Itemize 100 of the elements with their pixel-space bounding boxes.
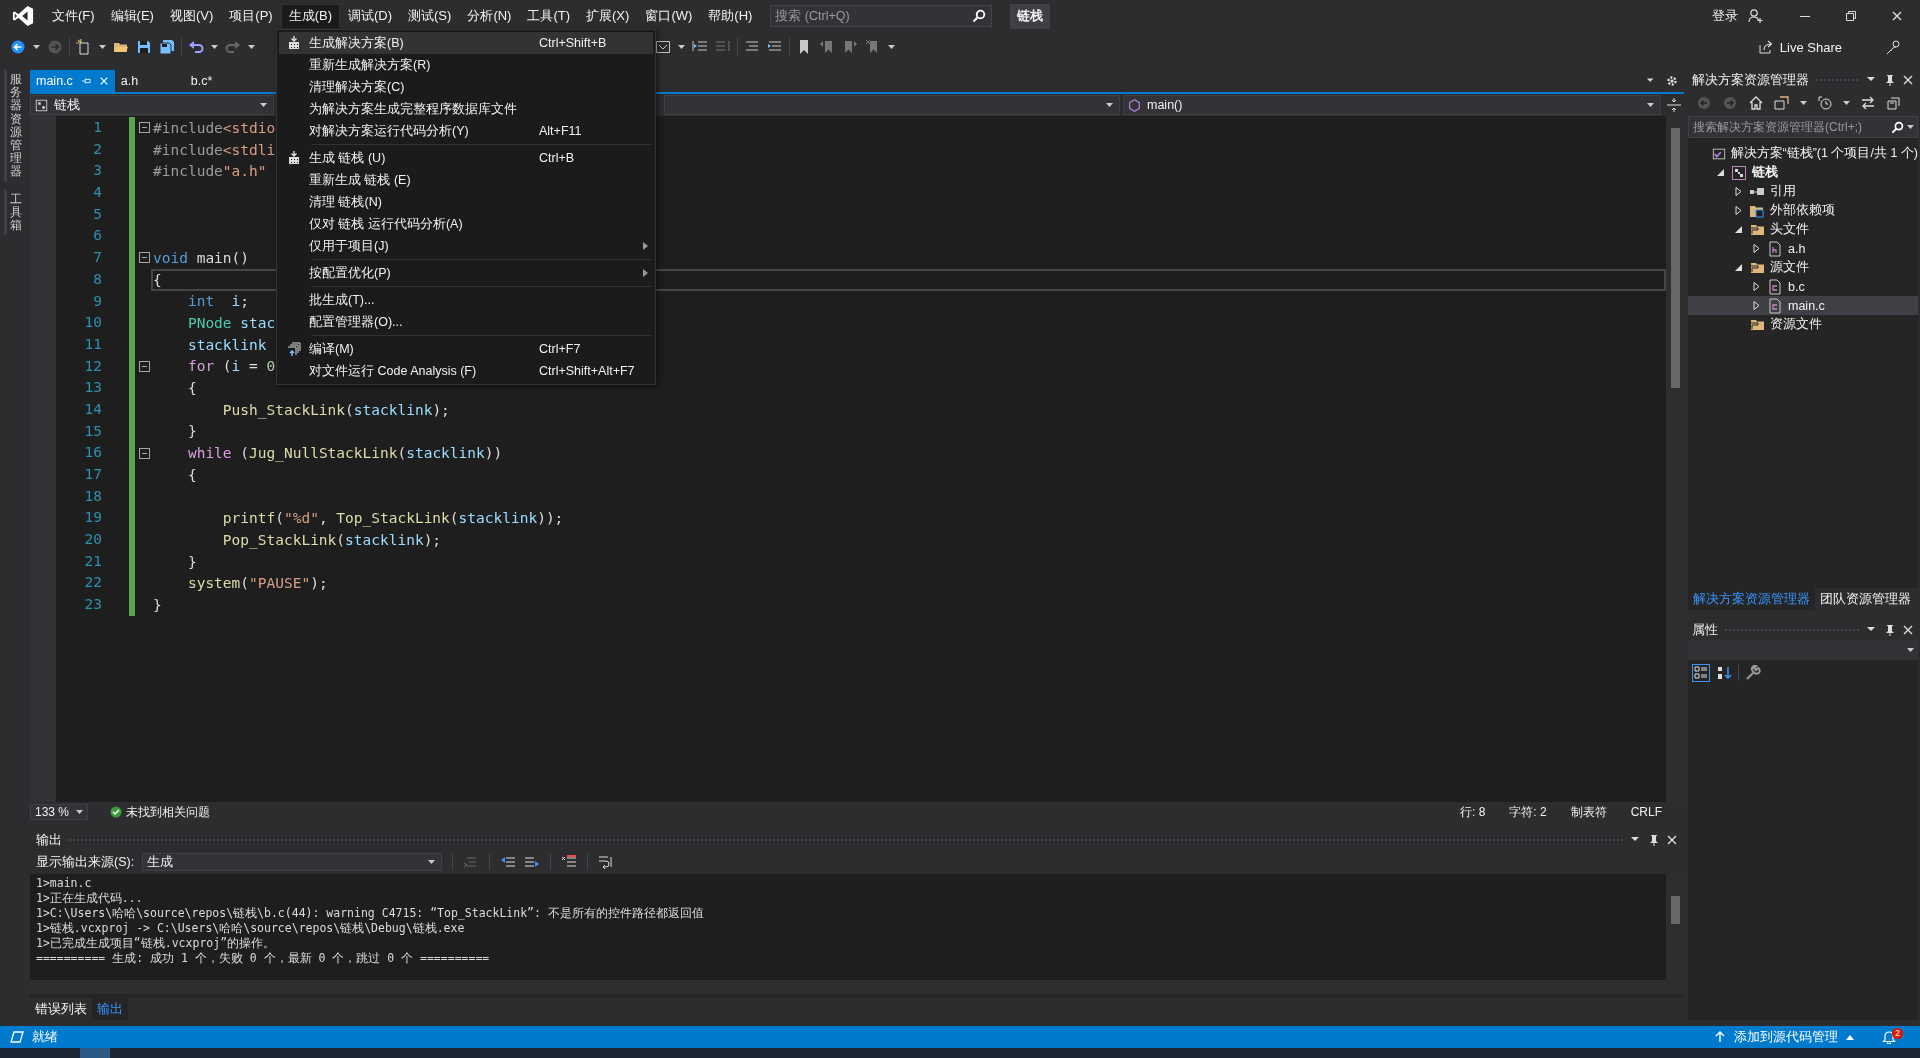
caret-icon[interactable]: [678, 45, 685, 49]
menu-item[interactable]: 编辑(E): [102, 4, 162, 28]
zoom-dropdown[interactable]: 133 %: [30, 804, 88, 820]
collapsed-arrow-icon[interactable]: [1751, 300, 1761, 311]
panel-tab[interactable]: 解决方案资源管理器: [1688, 588, 1815, 610]
document-tab[interactable]: b.c*: [184, 70, 255, 92]
menu-item[interactable]: 帮助(H): [700, 4, 761, 28]
caret-icon[interactable]: [1647, 103, 1654, 107]
next-message-icon[interactable]: [524, 854, 541, 870]
menu-item[interactable]: 批生成(T)...: [279, 289, 653, 311]
column-indicator[interactable]: 字符: 2: [1509, 803, 1547, 821]
caret-icon[interactable]: [1106, 103, 1113, 107]
output-source-dropdown[interactable]: 生成: [142, 853, 443, 871]
expanded-arrow-icon[interactable]: [1733, 224, 1743, 235]
collapsed-arrow-icon[interactable]: [1751, 243, 1761, 254]
menu-item[interactable]: 视图(V): [161, 4, 222, 28]
save-icon[interactable]: [136, 39, 152, 55]
collapse-icon[interactable]: [138, 447, 150, 459]
undo-icon[interactable]: [188, 39, 204, 55]
menu-item[interactable]: 重新生成 链栈 (E): [279, 169, 653, 191]
caret-icon[interactable]: [1843, 101, 1850, 105]
split-icon[interactable]: [1666, 97, 1682, 113]
menu-item[interactable]: 生成解决方案(B) Ctrl+Shift+B: [279, 32, 653, 54]
menu-item[interactable]: 编译(M) Ctrl+F7: [279, 338, 653, 360]
panel-tab[interactable]: 错误列表: [30, 998, 92, 1020]
collapse-icon[interactable]: [138, 252, 150, 264]
menu-item[interactable]: 清理解决方案(C): [279, 76, 653, 98]
tree-item[interactable]: 引用: [1688, 182, 1918, 201]
menu-item[interactable]: 仅对 链栈 运行代码分析(A): [279, 213, 653, 235]
close-icon[interactable]: [1891, 10, 1903, 22]
indent-mode-indicator[interactable]: 制表符: [1570, 803, 1607, 821]
switch-views-icon[interactable]: [1774, 95, 1790, 111]
tree-item[interactable]: a.h: [1688, 239, 1918, 258]
account-icon[interactable]: [1748, 8, 1764, 24]
caret-icon[interactable]: [888, 45, 895, 49]
caret-icon[interactable]: [76, 810, 83, 814]
pin-icon[interactable]: [1884, 74, 1896, 86]
menu-item[interactable]: 仅用于项目(J): [279, 235, 653, 257]
redo-icon[interactable]: [225, 39, 241, 55]
menu-item[interactable]: 项目(P): [221, 4, 281, 28]
collapse-icon[interactable]: [138, 360, 150, 372]
expanded-arrow-icon[interactable]: [1715, 167, 1725, 178]
side-tab[interactable]: 服务器资源管理器: [4, 70, 24, 182]
close-icon[interactable]: [1902, 74, 1914, 86]
history-icon[interactable]: [1817, 95, 1833, 111]
panel-tab[interactable]: 团队资源管理器: [1815, 588, 1916, 610]
caret-icon[interactable]: [211, 45, 218, 49]
new-item-icon[interactable]: [76, 39, 92, 55]
source-control-button[interactable]: 添加到源代码管理: [1734, 1028, 1838, 1046]
window-icon[interactable]: [655, 39, 671, 55]
menu-item[interactable]: 对解决方案运行代码分析(Y) Alt+F11: [279, 120, 653, 142]
menu-item[interactable]: 调试(D): [340, 4, 401, 28]
collapsed-arrow-icon[interactable]: [1751, 281, 1761, 292]
expanded-arrow-icon[interactable]: [1733, 262, 1743, 273]
menu-item[interactable]: 生成(B): [280, 4, 340, 28]
previous-bookmark-icon[interactable]: [819, 39, 835, 55]
notification-icon[interactable]: [1882, 1030, 1896, 1044]
caret-icon[interactable]: [260, 103, 267, 107]
caret-icon[interactable]: [1800, 101, 1807, 105]
sync-icon[interactable]: [1860, 95, 1876, 111]
line-ending-indicator[interactable]: CRLF: [1630, 805, 1662, 819]
panel-tab[interactable]: 输出: [92, 998, 128, 1020]
tree-item[interactable]: b.c: [1688, 277, 1918, 296]
caret-icon[interactable]: [1907, 648, 1914, 652]
home-icon[interactable]: [1748, 95, 1764, 111]
caret-icon[interactable]: [248, 45, 255, 49]
side-tab[interactable]: 工具箱: [4, 189, 24, 236]
caret-icon[interactable]: [99, 45, 106, 49]
feedback-icon[interactable]: [1886, 39, 1902, 55]
menu-item[interactable]: 重新生成解决方案(R): [279, 54, 653, 76]
caret-icon[interactable]: [428, 860, 436, 864]
tree-item[interactable]: 外部依赖项: [1688, 201, 1918, 220]
document-tab[interactable]: a.h: [114, 70, 185, 92]
tree-item[interactable]: 源文件: [1688, 258, 1918, 277]
menu-item[interactable]: 工具(T): [519, 4, 579, 28]
pin-icon[interactable]: [1884, 624, 1896, 636]
live-share-button[interactable]: Live Share: [1753, 37, 1846, 57]
menu-item[interactable]: 分析(N): [459, 4, 520, 28]
menu-item[interactable]: 为解决方案生成完整程序数据库文件: [279, 98, 653, 120]
sign-in-link[interactable]: 登录: [1712, 7, 1738, 25]
tree-item[interactable]: 资源文件: [1688, 315, 1918, 334]
collapse-all-icon[interactable]: [1886, 95, 1902, 111]
member-dropdown[interactable]: main(): [1123, 95, 1661, 115]
sort-icon[interactable]: [1716, 665, 1732, 681]
menu-item[interactable]: 文件(F): [44, 4, 103, 28]
menu-item[interactable]: 清理 链栈(N): [279, 191, 653, 213]
line-indicator[interactable]: 行: 8: [1459, 803, 1486, 821]
menu-item[interactable]: 测试(S): [400, 4, 460, 28]
logo-icon[interactable]: [12, 5, 34, 27]
tree-item[interactable]: 头文件: [1688, 220, 1918, 239]
collapse-icon[interactable]: [138, 122, 150, 134]
menu-item[interactable]: 扩展(X): [578, 4, 638, 28]
collapsed-arrow-icon[interactable]: [1733, 186, 1743, 197]
save-all-icon[interactable]: [159, 39, 175, 55]
next-bookmark-icon[interactable]: [842, 39, 858, 55]
categorized-button[interactable]: [1692, 664, 1710, 682]
restore-icon[interactable]: [1845, 10, 1857, 22]
collapsed-arrow-icon[interactable]: [1733, 205, 1743, 216]
menu-item[interactable]: 按配置优化(P): [279, 262, 653, 284]
caret-up-icon[interactable]: [1846, 1034, 1854, 1040]
